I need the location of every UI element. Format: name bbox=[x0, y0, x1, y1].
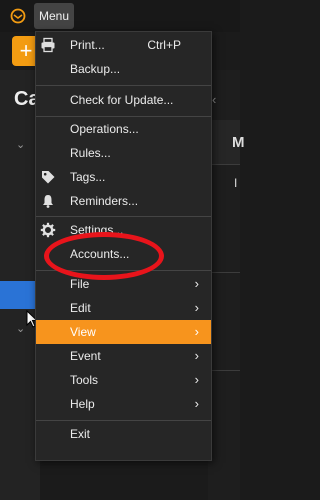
divider bbox=[210, 370, 240, 371]
menu-item-label: Print... bbox=[70, 38, 105, 52]
divider bbox=[210, 272, 240, 273]
menu-item-label: Tools bbox=[70, 373, 99, 387]
menu-item-label: Rules... bbox=[70, 146, 111, 160]
chevron-right-icon: › bbox=[194, 396, 199, 411]
menu-item-label: Backup... bbox=[70, 62, 121, 76]
menu-item-tags[interactable]: Tags... bbox=[36, 165, 211, 189]
chevron-left-icon[interactable]: ‹ bbox=[212, 92, 216, 107]
menu-item-label: File bbox=[70, 277, 90, 291]
menu-item-label: Tags... bbox=[70, 170, 106, 184]
menu-item-check-for-update[interactable]: Check for Update... bbox=[36, 88, 211, 112]
menu-item-event[interactable]: Event › bbox=[36, 344, 211, 368]
app-logo-icon[interactable] bbox=[10, 8, 26, 24]
menu-item-label: Reminders... bbox=[70, 194, 139, 208]
bell-icon bbox=[43, 195, 53, 208]
menu-item-label: Accounts... bbox=[70, 247, 130, 261]
menu-item-edit[interactable]: Edit › bbox=[36, 296, 211, 320]
menu-item-label: View bbox=[70, 325, 96, 339]
menu-item-label: Event bbox=[70, 349, 101, 363]
menu-item-exit[interactable]: Exit bbox=[36, 422, 211, 446]
menu-separator bbox=[36, 85, 211, 86]
menu-item-operations[interactable]: Operations... bbox=[36, 117, 211, 141]
menu-separator bbox=[36, 216, 211, 217]
title-bar: Menu bbox=[0, 0, 240, 32]
menu-item-accounts[interactable]: Accounts... bbox=[36, 242, 211, 266]
menu-separator bbox=[36, 420, 211, 421]
shortcut-label: Ctrl+P bbox=[147, 38, 181, 52]
chevron-right-icon: › bbox=[194, 372, 199, 387]
menu-separator bbox=[36, 270, 211, 271]
menu-item-label: Settings... bbox=[70, 223, 124, 237]
menu-item-view[interactable]: View › bbox=[36, 320, 211, 344]
printer-icon bbox=[41, 37, 55, 53]
menu-item-rules[interactable]: Rules... bbox=[36, 141, 211, 165]
selected-sidebar-item[interactable] bbox=[0, 281, 36, 309]
chevron-right-icon: › bbox=[194, 276, 199, 291]
chevron-down-icon[interactable]: ⌄ bbox=[16, 322, 25, 335]
menu-item-label: Exit bbox=[70, 427, 91, 441]
menu-item-tools[interactable]: Tools › bbox=[36, 368, 211, 392]
menu-item-settings[interactable]: Settings... bbox=[36, 218, 211, 242]
chevron-right-icon: › bbox=[194, 300, 199, 315]
menu-item-print[interactable]: Print... Ctrl+P bbox=[36, 33, 211, 57]
menu-item-label: Help bbox=[70, 397, 95, 411]
chevron-right-icon: › bbox=[194, 348, 199, 363]
menu-item-help[interactable]: Help › bbox=[36, 392, 211, 416]
menu-item-reminders[interactable]: Reminders... bbox=[36, 189, 211, 213]
column-header-label: M bbox=[232, 134, 245, 151]
menu-button[interactable]: Menu bbox=[34, 3, 75, 29]
chevron-right-icon: › bbox=[194, 324, 199, 339]
menu-item-backup[interactable]: Backup... bbox=[36, 57, 211, 81]
tag-icon bbox=[42, 171, 55, 184]
chevron-down-icon[interactable]: ⌄ bbox=[16, 138, 25, 151]
gear-icon bbox=[40, 222, 56, 238]
menu-item-label: Edit bbox=[70, 301, 91, 315]
cell-text: I bbox=[234, 176, 238, 190]
main-menu-dropdown: Print... Ctrl+P Backup... Check for Upda… bbox=[35, 31, 212, 461]
menu-item-file[interactable]: File › bbox=[36, 272, 211, 296]
menu-item-label: Check for Update... bbox=[70, 93, 174, 107]
menu-item-label: Operations... bbox=[70, 122, 139, 136]
